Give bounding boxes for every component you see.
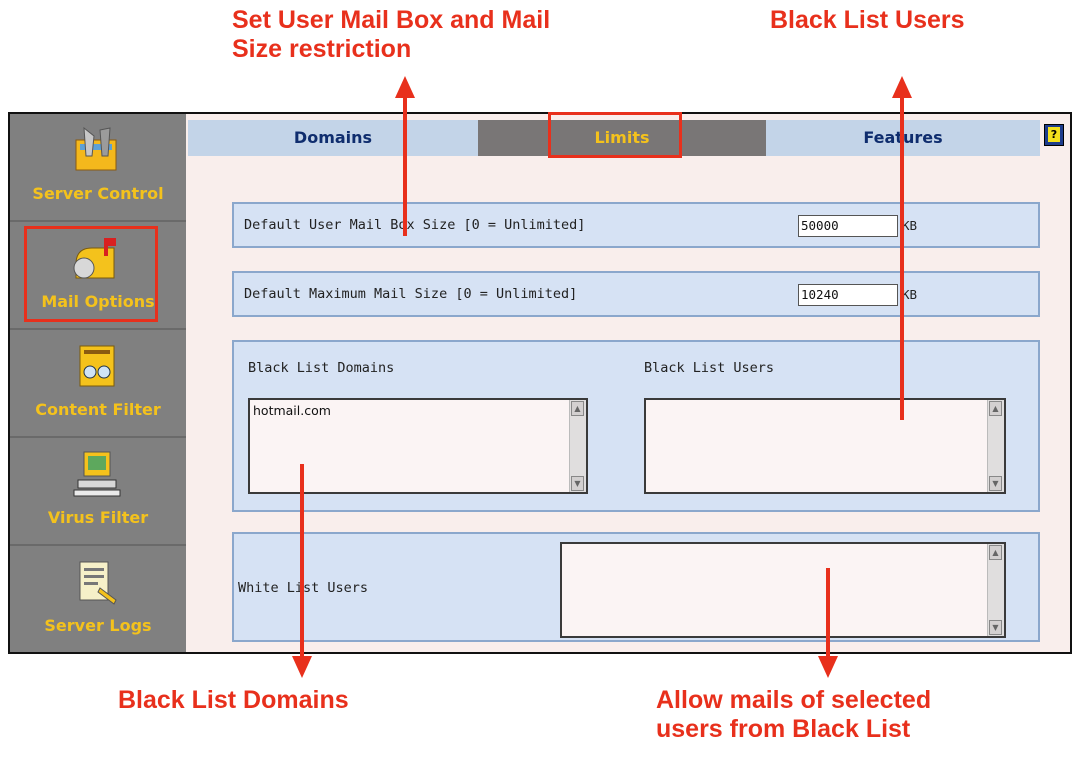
blacklist-domains-list[interactable]: hotmail.com ▲ ▼ <box>248 398 588 494</box>
callout-white-list: Allow mails of selected users from Black… <box>656 686 931 744</box>
whitelist-panel: White List Users ▲ ▼ <box>232 532 1040 642</box>
callout-white-list-line1: Allow mails of selected <box>656 686 932 714</box>
scroll-up-icon[interactable]: ▲ <box>571 401 584 416</box>
server-logs-icon <box>79 561 117 605</box>
max-mail-size-unit: KB <box>902 287 918 302</box>
callout-mailbox-size-line1: Set User Mail Box and Mail <box>232 6 551 34</box>
blacklist-domains-label: Black List Domains <box>248 360 395 376</box>
whitelist-users-list[interactable]: ▲ ▼ <box>560 542 1006 638</box>
callout-black-list-users: Black List Users <box>770 6 965 34</box>
app-window: Server Control Mail Options Content Filt… <box>8 112 1072 654</box>
max-mail-size-input[interactable]: 10240 <box>798 284 898 306</box>
sidebar: Server Control Mail Options Content Filt… <box>10 114 186 652</box>
mailbox-size-panel: Default User Mail Box Size [0 = Unlimite… <box>232 202 1040 248</box>
scrollbar[interactable]: ▲ ▼ <box>569 400 586 492</box>
whitelist-users-label: White List Users <box>238 580 369 596</box>
scroll-down-icon[interactable]: ▼ <box>989 476 1002 491</box>
server-control-icon <box>75 126 117 171</box>
virus-filter-icon <box>73 451 121 497</box>
scroll-down-icon[interactable]: ▼ <box>571 476 584 491</box>
help-button[interactable]: ? <box>1044 124 1064 146</box>
sidebar-item-label: Server Control <box>32 184 164 203</box>
callout-white-list-line2: users from Black List <box>656 715 911 743</box>
sidebar-item-content-filter[interactable]: Content Filter <box>10 330 186 438</box>
list-item[interactable]: hotmail.com <box>253 403 583 418</box>
highlight-limits-tab <box>548 112 682 158</box>
content-filter-icon <box>79 345 115 387</box>
callout-mailbox-size-line2: Size restriction <box>232 35 412 63</box>
blacklist-users-label: Black List Users <box>644 360 775 376</box>
mailbox-size-label: Default User Mail Box Size [0 = Unlimite… <box>244 217 586 233</box>
sidebar-item-label: Content Filter <box>35 400 161 419</box>
scrollbar[interactable]: ▲ ▼ <box>987 400 1004 492</box>
scrollbar[interactable]: ▲ ▼ <box>987 544 1004 636</box>
sidebar-item-label: Server Logs <box>44 616 152 635</box>
tab-domains[interactable]: Domains <box>188 120 478 156</box>
blacklist-panel: Black List Domains Black List Users hotm… <box>232 340 1040 512</box>
max-mail-size-label: Default Maximum Mail Size [0 = Unlimited… <box>244 286 578 302</box>
help-icon: ? <box>1048 127 1060 142</box>
sidebar-item-virus-filter[interactable]: Virus Filter <box>10 438 186 546</box>
callout-black-list-domains: Black List Domains <box>118 686 349 714</box>
mailbox-size-input[interactable]: 50000 <box>798 215 898 237</box>
tab-features[interactable]: Features <box>766 120 1040 156</box>
blacklist-users-list[interactable]: ▲ ▼ <box>644 398 1006 494</box>
scroll-up-icon[interactable]: ▲ <box>989 401 1002 416</box>
sidebar-item-server-logs[interactable]: Server Logs <box>10 546 186 652</box>
scroll-up-icon[interactable]: ▲ <box>989 545 1002 560</box>
highlight-mail-options <box>24 226 158 322</box>
sidebar-item-label: Virus Filter <box>47 508 149 527</box>
sidebar-item-server-control[interactable]: Server Control <box>10 114 186 222</box>
mailbox-size-unit: KB <box>902 218 918 233</box>
max-mail-size-panel: Default Maximum Mail Size [0 = Unlimited… <box>232 271 1040 317</box>
callout-mailbox-size: Set User Mail Box and Mail Size restrict… <box>232 6 550 64</box>
scroll-down-icon[interactable]: ▼ <box>989 620 1002 635</box>
